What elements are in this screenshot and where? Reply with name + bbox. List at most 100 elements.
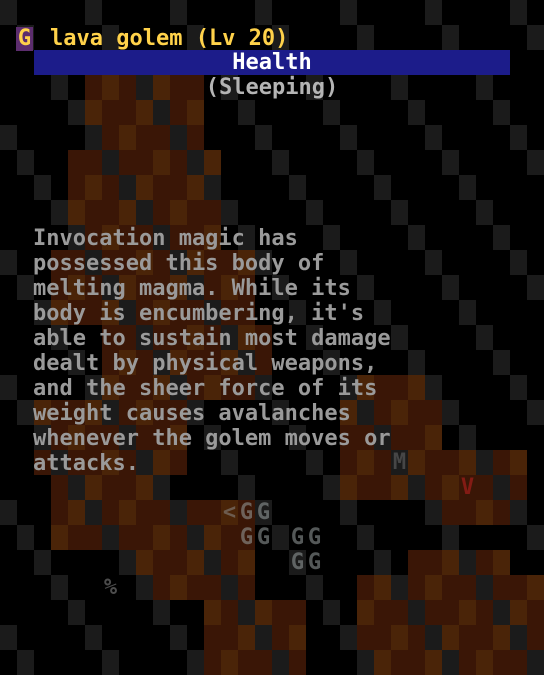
map-tile bbox=[306, 200, 323, 225]
map-tile bbox=[204, 200, 221, 225]
map-tile bbox=[119, 525, 136, 550]
map-tile bbox=[85, 100, 102, 125]
map-tile bbox=[68, 100, 85, 125]
map-tile bbox=[119, 200, 136, 225]
map-tile bbox=[323, 475, 340, 500]
map-tile bbox=[153, 575, 170, 600]
map-tile bbox=[153, 600, 170, 625]
map-tile bbox=[527, 400, 544, 425]
map-tile bbox=[238, 475, 255, 500]
map-tile bbox=[459, 175, 476, 200]
map-tile bbox=[391, 475, 408, 500]
map-tile bbox=[153, 550, 170, 575]
map-tile bbox=[136, 475, 153, 500]
map-tile bbox=[476, 550, 493, 575]
map-tile bbox=[340, 625, 357, 650]
map-tile bbox=[17, 650, 34, 675]
map-tile bbox=[391, 575, 408, 600]
map-tile bbox=[493, 575, 510, 600]
map-tile bbox=[170, 150, 187, 175]
map-tile bbox=[238, 625, 255, 650]
monster-glyph-icon: G bbox=[16, 25, 33, 51]
map-tile bbox=[357, 150, 374, 175]
map-tile bbox=[527, 625, 544, 650]
map-tile bbox=[68, 600, 85, 625]
map-tile bbox=[476, 200, 493, 225]
map-tile bbox=[442, 25, 459, 50]
map-tile bbox=[187, 200, 204, 225]
map-tile bbox=[391, 600, 408, 625]
map-tile bbox=[187, 525, 204, 550]
map-tile bbox=[170, 175, 187, 200]
map-tile bbox=[255, 650, 272, 675]
map-tile bbox=[510, 500, 527, 525]
map-tile bbox=[408, 575, 425, 600]
map-tile bbox=[476, 625, 493, 650]
map-tile bbox=[408, 650, 425, 675]
map-tile bbox=[187, 100, 204, 125]
map-tile bbox=[425, 475, 442, 500]
map-tile bbox=[493, 600, 510, 625]
map-tile bbox=[493, 625, 510, 650]
map-tile bbox=[51, 200, 68, 225]
map-tile bbox=[170, 625, 187, 650]
map-tile bbox=[0, 250, 17, 275]
map-tile bbox=[459, 500, 476, 525]
map-tile bbox=[153, 175, 170, 200]
map-tile bbox=[442, 550, 459, 575]
map-tile bbox=[221, 550, 238, 575]
map-tile bbox=[102, 650, 119, 675]
map-tile bbox=[17, 525, 34, 550]
map-tile bbox=[425, 550, 442, 575]
map-tile bbox=[476, 500, 493, 525]
map-tile bbox=[289, 625, 306, 650]
map-tile bbox=[238, 600, 255, 625]
map-tile bbox=[119, 175, 136, 200]
map-tile bbox=[425, 500, 442, 525]
map-tile bbox=[425, 575, 442, 600]
map-tile bbox=[153, 525, 170, 550]
map-tile bbox=[442, 625, 459, 650]
map-tile bbox=[340, 0, 357, 25]
golem-glyph: G bbox=[239, 500, 254, 525]
item-glyph: % bbox=[103, 575, 118, 600]
golem-glyph: G bbox=[307, 550, 322, 575]
map-tile bbox=[51, 525, 68, 550]
map-tile bbox=[357, 25, 374, 50]
map-tile bbox=[153, 125, 170, 150]
map-tile bbox=[170, 550, 187, 575]
map-tile bbox=[255, 0, 272, 25]
golem-glyph: G bbox=[239, 525, 254, 550]
map-tile bbox=[85, 500, 102, 525]
map-tile bbox=[153, 150, 170, 175]
map-tile bbox=[136, 500, 153, 525]
map-tile bbox=[408, 550, 425, 575]
map-tile bbox=[374, 600, 391, 625]
map-tile bbox=[170, 500, 187, 525]
map-tile bbox=[357, 650, 374, 675]
map-tile bbox=[0, 625, 17, 650]
map-tile bbox=[527, 575, 544, 600]
map-tile bbox=[340, 125, 357, 150]
map-tile bbox=[34, 550, 51, 575]
map-tile bbox=[425, 625, 442, 650]
map-tile bbox=[85, 525, 102, 550]
map-tile bbox=[323, 100, 340, 125]
map-tile bbox=[136, 100, 153, 125]
map-tile bbox=[357, 525, 374, 550]
map-tile bbox=[102, 100, 119, 125]
map-tile bbox=[68, 525, 85, 550]
map-tile bbox=[272, 600, 289, 625]
map-tile bbox=[323, 600, 340, 625]
map-tile bbox=[153, 100, 170, 125]
map-tile bbox=[119, 500, 136, 525]
map-tile bbox=[476, 650, 493, 675]
map-tile bbox=[374, 475, 391, 500]
map-tile bbox=[510, 575, 527, 600]
map-tile bbox=[425, 600, 442, 625]
map-tile bbox=[187, 175, 204, 200]
map-tile bbox=[493, 550, 510, 575]
map-tile bbox=[357, 600, 374, 625]
map-tile bbox=[442, 150, 459, 175]
map-tile bbox=[238, 550, 255, 575]
